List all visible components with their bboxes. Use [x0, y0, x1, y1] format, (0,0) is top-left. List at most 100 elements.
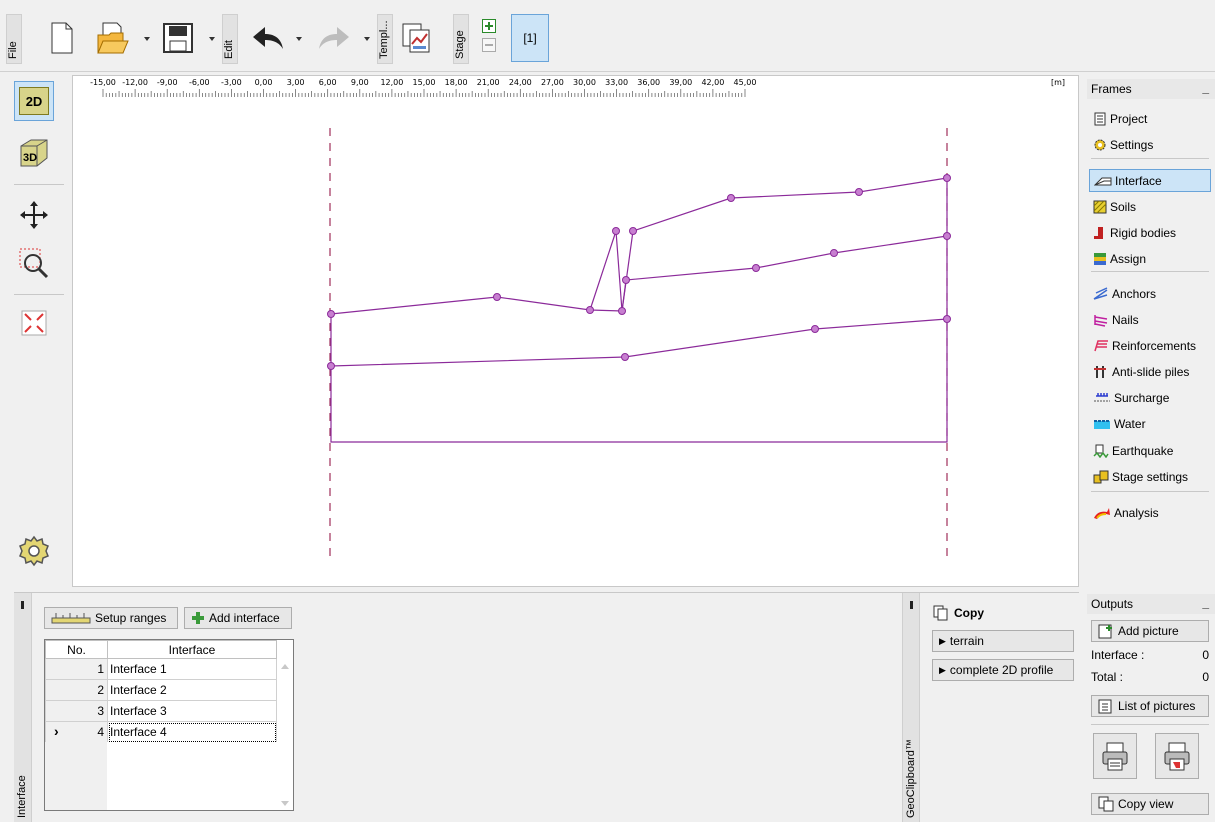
view-3d-button[interactable]: 3D	[14, 133, 54, 173]
setup-ranges-button[interactable]: Setup ranges	[44, 607, 178, 629]
redo-dropdown-arrow[interactable]	[364, 37, 370, 41]
frame-item-label: Soils	[1110, 199, 1137, 214]
row-number-cell[interactable]: 1	[45, 658, 108, 680]
frame-item-stage-settings[interactable]: Stage settings	[1089, 465, 1211, 488]
row-number-cell[interactable]: 2	[45, 679, 108, 701]
redo-arrow-icon	[319, 27, 349, 49]
open-file-button[interactable]	[94, 18, 130, 58]
frame-item-label: Nails	[1112, 312, 1139, 327]
table-row[interactable]: 2 Interface 2	[45, 679, 277, 701]
anchors-icon	[1093, 286, 1109, 301]
tools-divider	[14, 294, 64, 295]
view-tools-panel: 2D 3D	[8, 75, 70, 585]
copy-view-icon	[1098, 796, 1114, 812]
frame-item-nails[interactable]: Nails	[1089, 308, 1211, 331]
current-row-arrow-icon: ›	[54, 723, 59, 739]
frame-item-surcharge[interactable]: Surcharge	[1089, 386, 1211, 409]
frame-item-label: Interface	[1115, 173, 1162, 188]
frame-item-soils[interactable]: Soils	[1089, 195, 1211, 218]
templates-icon	[402, 23, 430, 53]
table-row[interactable]: › 4 Interface 4	[45, 721, 277, 743]
settings-button[interactable]	[14, 531, 54, 571]
frame-item-label: Reinforcements	[1112, 338, 1197, 353]
templates-button[interactable]	[398, 18, 434, 58]
ruler-range-icon	[51, 613, 91, 624]
outputs-panel: Outputs _ Add picture Interface :0 Total…	[1083, 592, 1215, 821]
frame-item-anti-slide-piles[interactable]: Anti-slide piles	[1089, 360, 1211, 383]
interface-table: No. Interface 1 Interface 1 2 Interface 23I…	[45, 640, 277, 743]
interface-name-cell[interactable]: Interface 4	[107, 721, 277, 743]
stage-tab-label: [1]	[523, 31, 537, 45]
print-button[interactable]	[1093, 733, 1137, 779]
zoom-window-button[interactable]	[14, 243, 54, 283]
svg-text:3D: 3D	[23, 152, 37, 164]
frame-item-reinforcements[interactable]: Reinforcements	[1089, 334, 1211, 357]
piles-icon	[1093, 365, 1109, 379]
minimize-icon[interactable]: _	[1202, 81, 1209, 95]
table-row[interactable]: 3 Interface 3	[45, 700, 277, 722]
frames-divider	[1091, 491, 1209, 492]
frame-item-project[interactable]: Project	[1089, 107, 1211, 130]
earthquake-icon	[1093, 444, 1109, 458]
add-picture-icon	[1098, 624, 1112, 639]
copy-view-button[interactable]: Copy view	[1091, 793, 1209, 815]
interface-name-cell[interactable]: Interface 2	[107, 679, 277, 701]
row-number-cell[interactable]: 3	[45, 700, 108, 722]
copy-terrain-button[interactable]: ▶ terrain	[932, 630, 1074, 652]
add-picture-button[interactable]: Add picture	[1091, 620, 1209, 642]
frame-item-rigid-bodies[interactable]: Rigid bodies	[1089, 221, 1211, 244]
outputs-divider	[1091, 724, 1209, 725]
add-stage-button[interactable]	[482, 19, 496, 33]
templates-group-label: Templ...	[377, 14, 393, 64]
interface-input-panel: Interface Setup ranges Add interface No.…	[14, 592, 1079, 822]
interface-table-container: No. Interface 1 Interface 1 2 Interface 23I…	[44, 639, 294, 811]
copy-profile-button[interactable]: ▶ complete 2D profile	[932, 659, 1074, 681]
profile-background	[331, 180, 946, 442]
open-dropdown-arrow[interactable]	[144, 37, 150, 41]
row-number: 1	[97, 662, 104, 676]
save-dropdown-arrow[interactable]	[209, 37, 215, 41]
remove-stage-button[interactable]	[482, 38, 496, 52]
list-of-pictures-button[interactable]: List of pictures	[1091, 695, 1209, 717]
column-header-no[interactable]: No.	[45, 640, 108, 659]
frame-item-analysis[interactable]: Analysis	[1089, 501, 1211, 524]
frame-item-label: Water	[1114, 416, 1146, 431]
interface-name-cell[interactable]: Interface 3	[107, 700, 277, 722]
print-to-pdf-button[interactable]	[1155, 733, 1199, 779]
panel-pin-icon	[910, 601, 913, 609]
add-interface-button[interactable]: Add interface	[184, 607, 292, 629]
undo-dropdown-arrow[interactable]	[296, 37, 302, 41]
total-picture-count: Total :0	[1091, 670, 1209, 684]
zoom-extents-button[interactable]	[14, 303, 54, 343]
frame-item-assign[interactable]: Assign	[1089, 247, 1211, 270]
assign-icon	[1093, 252, 1107, 266]
redo-button[interactable]	[316, 18, 352, 58]
view-2d-button[interactable]: 2D	[14, 81, 54, 121]
table-row[interactable]: 1 Interface 1	[45, 658, 277, 680]
drawing-canvas[interactable]: -15,00 -12,00 -9,00 -6,00 -3,00 0,00 3,00 6,00 9…	[72, 75, 1079, 587]
frame-item-label: Project	[1110, 111, 1148, 126]
interface-icon	[1093, 174, 1112, 188]
new-file-button[interactable]	[44, 18, 80, 58]
tools-divider	[14, 184, 64, 185]
pan-button[interactable]	[14, 195, 54, 235]
frame-item-anchors[interactable]: Anchors	[1089, 282, 1211, 305]
stage-settings-icon	[1093, 470, 1109, 484]
frame-item-label: Assign	[1110, 251, 1147, 266]
stage-tab-1[interactable]: [1]	[511, 14, 549, 62]
undo-button[interactable]	[250, 18, 286, 58]
minimize-icon[interactable]: _	[1202, 596, 1209, 610]
frame-item-settings[interactable]: Settings	[1089, 133, 1211, 156]
save-button[interactable]	[160, 18, 196, 58]
frame-item-interface[interactable]: Interface	[1089, 169, 1211, 192]
table-scrollbar[interactable]	[277, 658, 293, 810]
row-number-cell[interactable]: › 4	[45, 721, 108, 743]
panel-pin-icon	[21, 601, 24, 609]
column-header-interface[interactable]: Interface	[107, 640, 277, 659]
frame-item-earthquake[interactable]: Earthquake	[1089, 439, 1211, 462]
frame-item-water[interactable]: Water	[1089, 412, 1211, 435]
interface-name-cell[interactable]: Interface 1	[107, 658, 277, 680]
row-number: 3	[97, 704, 104, 718]
outputs-header: Outputs _	[1087, 594, 1215, 614]
geoclipboard-side-tab: GeoClipboard™	[902, 593, 920, 822]
